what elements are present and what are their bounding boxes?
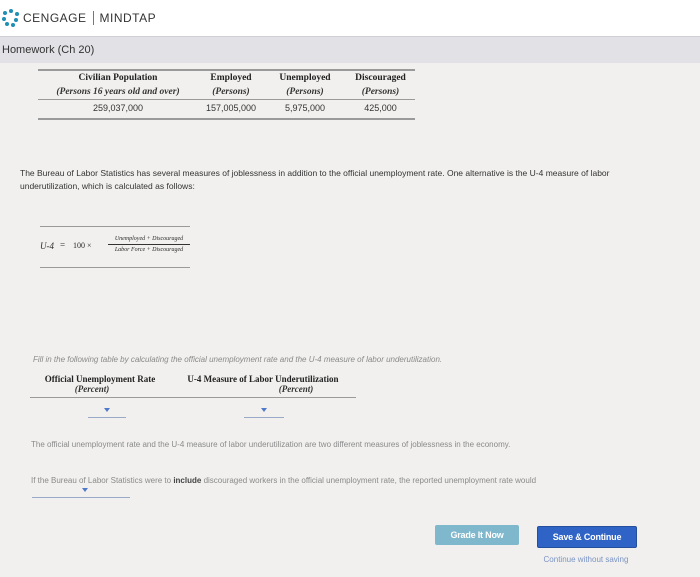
answer-col2-sub: (Percent) xyxy=(278,384,314,394)
table-cell: 425,000 xyxy=(364,103,397,113)
answer-subheader-row: (Percent) (Percent) xyxy=(30,384,356,397)
main-content: Civilian Population Employed Unemployed … xyxy=(0,62,700,577)
answer-col1-sub: (Percent) xyxy=(74,384,110,394)
table-cell: 5,975,000 xyxy=(284,103,326,113)
formula-numerator: Unemployed + Discouraged xyxy=(114,236,184,242)
chevron-down-icon xyxy=(261,408,267,412)
fraction-bar xyxy=(108,244,190,245)
table-subheader: (Persons 16 years old and over) xyxy=(56,87,180,97)
continue-without-saving-link[interactable]: Continue without saving xyxy=(533,555,639,564)
table-subheader: (Persons) xyxy=(286,87,324,97)
table-header: Civilian Population xyxy=(78,73,158,83)
table-row: 259,037,000 157,005,000 5,975,000 425,00… xyxy=(38,99,415,118)
u4-measure-dropdown[interactable] xyxy=(244,405,284,418)
top-bar: CENGAGE MINDTAP xyxy=(0,0,700,36)
unemployment-rate-dropdown[interactable] xyxy=(88,405,126,418)
unemployment-rate-change-dropdown[interactable] xyxy=(32,485,130,498)
question-bold: include xyxy=(173,476,202,485)
formula-denominator: Labor Force + Discouraged xyxy=(114,247,184,253)
table-subheader-row: (Persons 16 years old and over) (Persons… xyxy=(38,85,415,99)
table-cell: 259,037,000 xyxy=(92,103,144,113)
formula-coefficient: 100 × xyxy=(73,241,92,250)
table-subheader: (Persons) xyxy=(361,87,400,97)
table-subheader: (Persons) xyxy=(212,87,250,97)
question-part1: If the Bureau of Labor Statistics were t… xyxy=(31,476,172,485)
statement-text: The official unemployment rate and the U… xyxy=(31,440,511,449)
table-header: Unemployed xyxy=(279,73,331,83)
instruction-text: Fill in the following table by calculati… xyxy=(33,355,443,364)
answer-col2-header: U-4 Measure of Labor Underutilization xyxy=(187,374,339,384)
chevron-down-icon xyxy=(104,408,110,412)
table-header-row: Civilian Population Employed Unemployed … xyxy=(38,71,415,85)
formula-fraction: Unemployed + Discouraged Labor Force + D… xyxy=(108,235,190,254)
u4-formula: U-4 = 100 × Unemployed + Discouraged Lab… xyxy=(40,226,190,268)
assignment-bar: Homework (Ch 20) xyxy=(0,36,700,63)
labor-data-table: Civilian Population Employed Unemployed … xyxy=(38,69,415,120)
answer-header-row: Official Unemployment Rate U-4 Measure o… xyxy=(30,374,356,384)
brand-name: CENGAGE xyxy=(23,11,87,25)
question-part2: discouraged workers in the official unem… xyxy=(203,476,537,485)
answer-col1-header: Official Unemployment Rate xyxy=(44,374,156,384)
table-cell: 157,005,000 xyxy=(205,103,257,113)
formula-equals: = xyxy=(60,240,66,250)
grade-it-now-button[interactable]: Grade It Now xyxy=(435,525,519,545)
brand-divider xyxy=(92,11,94,25)
intro-text: The Bureau of Labor Statistics has sever… xyxy=(20,168,610,191)
chevron-down-icon xyxy=(82,488,88,492)
cengage-logo-icon xyxy=(2,9,20,27)
save-and-continue-button[interactable]: Save & Continue xyxy=(537,526,637,548)
answer-table: Official Unemployment Rate U-4 Measure o… xyxy=(30,374,356,398)
table-header: Discouraged xyxy=(355,73,406,83)
page-title: Homework (Ch 20) xyxy=(2,44,95,56)
product-name: MINDTAP xyxy=(99,11,157,25)
answer-table-rule xyxy=(30,397,356,398)
formula-lhs: U-4 xyxy=(40,241,54,251)
table-header: Employed xyxy=(210,73,252,83)
